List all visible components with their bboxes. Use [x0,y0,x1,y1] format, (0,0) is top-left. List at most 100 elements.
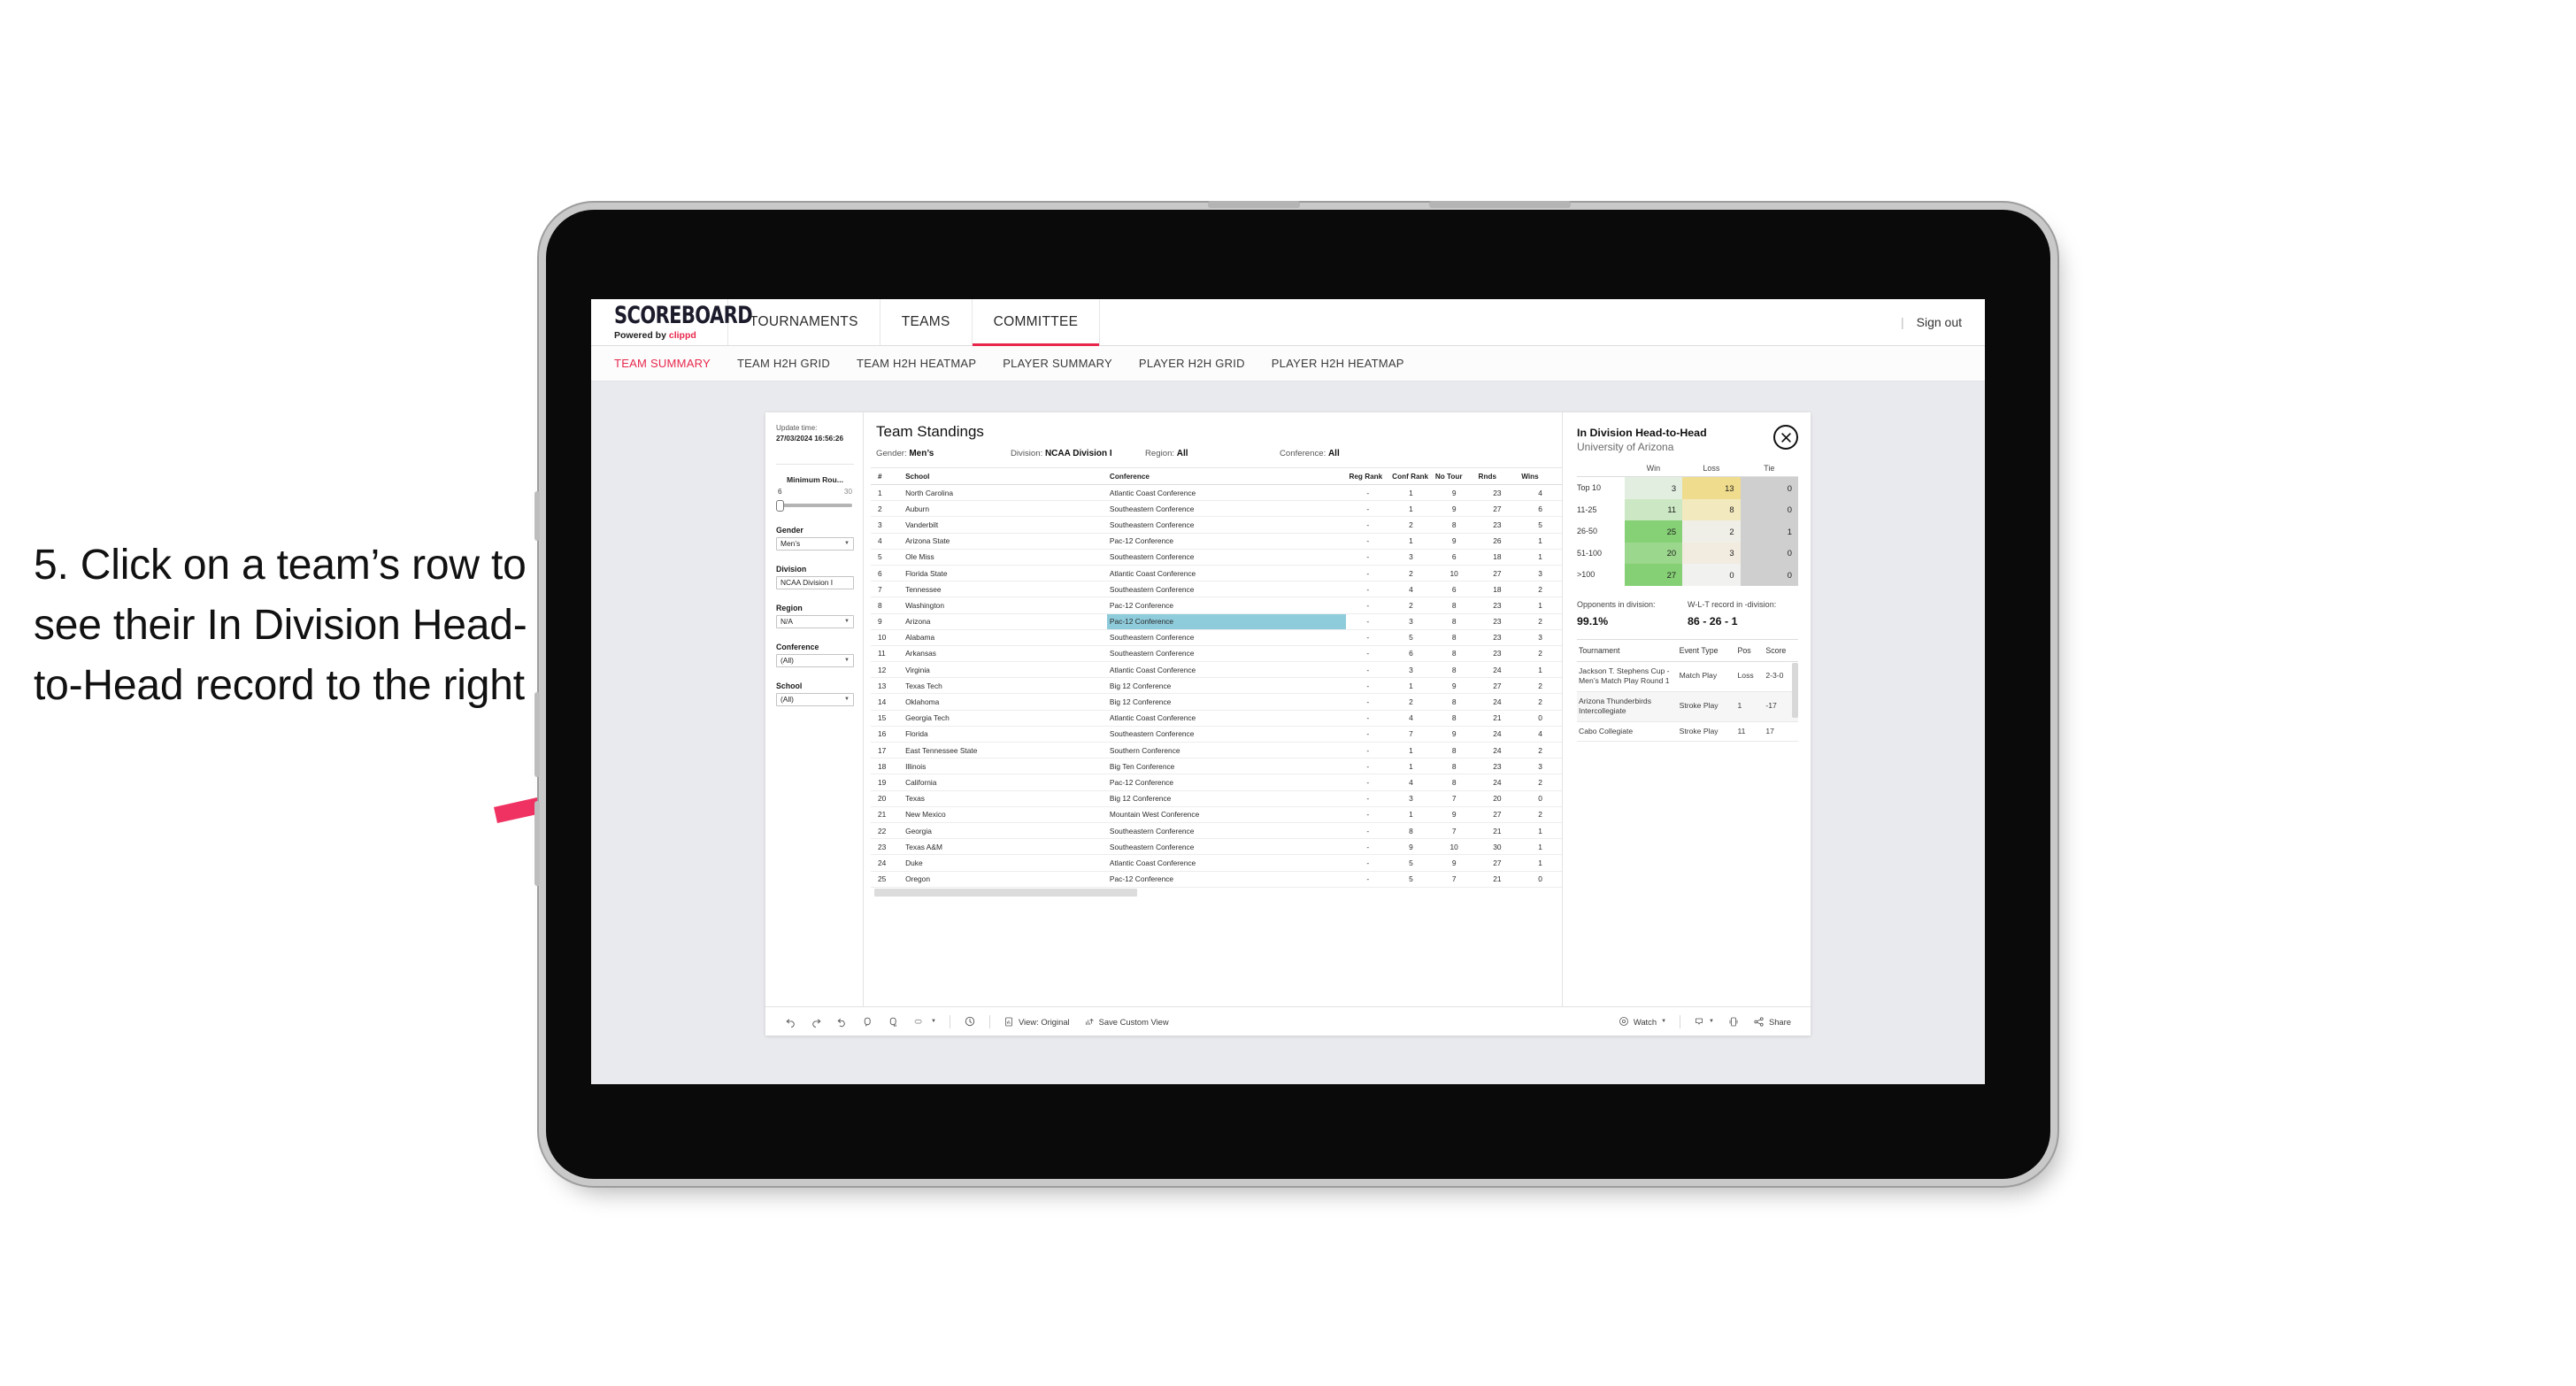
filter-gender[interactable]: Gender Men’s ▼ [776,526,854,551]
tournament-vertical-scrollbar[interactable] [1792,662,1798,718]
table-row[interactable]: 1 North Carolina Atlantic Coast Conference… [871,484,1562,502]
table-row[interactable]: 10 Alabama Southeastern Conference -5 8 23 3 [871,629,1562,646]
redo-icon[interactable] [804,1016,829,1028]
tournament-row[interactable]: Cabo Collegiate Stroke Play 11 17 [1577,721,1798,743]
tab-player-h2h-grid[interactable]: PLAYER H2H GRID [1139,357,1245,370]
table-row[interactable]: 5 Ole Miss Southeastern Conference -3 6 18 1 [871,549,1562,566]
save-custom-view-button[interactable]: Save Custom View [1077,1016,1176,1028]
h2h-cell-loss: 2 [1682,520,1741,543]
undo-icon[interactable] [778,1016,804,1028]
pause-icon[interactable] [880,1016,906,1028]
filter-conference[interactable]: Conference (All) ▼ [776,643,854,667]
standings-cell-conf-rank: 3 [1389,790,1433,807]
sign-out-link[interactable]: Sign out [1917,315,1962,329]
tournament-row[interactable]: Jackson T. Stephens Cup - Men’s Match Pl… [1577,661,1798,692]
table-row[interactable]: 11 Arkansas Southeastern Conference -6 8 23 2 [871,645,1562,663]
filter-gender-select[interactable]: Men’s ▼ [776,536,854,551]
col-rnds[interactable]: Rnds [1475,468,1519,485]
col-score[interactable]: Score [1764,639,1798,662]
h2h-cell-loss: 0 [1682,564,1741,586]
tab-team-h2h-heatmap[interactable]: TEAM H2H HEATMAP [857,357,976,370]
app-logo[interactable]: SCOREBOARD Powered by clippd [591,299,753,345]
table-row[interactable]: 17 East Tennessee State Southern Conferenc… [871,742,1562,759]
table-row[interactable]: 4 Arizona State Pac-12 Conference -1 9 26 1 [871,533,1562,550]
filter-division[interactable]: Division NCAA Division I [776,565,854,589]
filter-school-select[interactable]: (All) ▼ [776,692,854,706]
table-row[interactable]: 2 Auburn Southeastern Conference -1 9 27 6 [871,500,1562,518]
slider-handle[interactable] [776,499,784,512]
filter-region-select[interactable]: N/A ▼ [776,614,854,628]
table-row[interactable]: 9 Arizona Pac-12 Conference -3 8 23 2 [871,613,1562,630]
share-button[interactable]: Share [1746,1016,1798,1028]
standings-cell-no-tour: 7 [1432,790,1476,807]
device-top-button-1 [1208,201,1300,208]
standings-cell-rnds: 21 [1475,710,1519,727]
scrollbar-thumb[interactable] [874,888,1137,897]
col-reg-rank[interactable]: Reg Rank [1346,468,1390,485]
table-row[interactable]: 13 Texas Tech Big 12 Conference -1 9 27 2 [871,677,1562,695]
table-row[interactable]: 21 New Mexico Mountain West Conference -1 9 2… [871,806,1562,823]
table-row[interactable]: 20 Texas Big 12 Conference -3 7 20 0 [871,790,1562,807]
revert-icon[interactable] [829,1016,855,1028]
watch-button[interactable]: Watch ▼ [1611,1016,1673,1027]
table-row[interactable]: 18 Illinois Big Ten Conference -1 8 23 3 [871,758,1562,775]
filter-region[interactable]: Region N/A ▼ [776,604,854,628]
close-icon[interactable] [1773,425,1798,450]
standings-cell-conf-rank: 3 [1389,549,1433,566]
download-icon[interactable]: ▼ [1687,1016,1721,1028]
standings-cell-rnds: 21 [1475,871,1519,888]
col-tournament[interactable]: Tournament [1577,639,1678,662]
col-rank[interactable]: # [871,468,904,485]
standings-cell-rank: 3 [871,516,904,534]
view-original-button[interactable]: View: Original [996,1016,1077,1028]
filter-conference-select[interactable]: (All) ▼ [776,653,854,667]
standings-cell-conference: Pac-12 Conference [1106,613,1347,630]
tournament-row[interactable]: Arizona Thunderbirds Intercollegiate Stro… [1577,691,1798,722]
table-row[interactable]: 15 Georgia Tech Atlantic Coast Conference -… [871,710,1562,727]
nav-item-tournaments[interactable]: TOURNAMENTS [728,299,880,345]
table-row[interactable]: 3 Vanderbilt Southeastern Conference -2 8 23 5 [871,516,1562,534]
tab-player-summary[interactable]: PLAYER SUMMARY [1003,357,1112,370]
pause-auto-updates-icon[interactable] [957,1015,983,1028]
col-no-tour[interactable]: No Tour [1432,468,1476,485]
col-pos[interactable]: Pos [1735,639,1765,662]
col-event-type[interactable]: Event Type [1677,639,1736,662]
standings-cell-rank: 11 [871,645,904,663]
nav-item-committee[interactable]: COMMITTEE [972,299,1101,346]
table-row[interactable]: 23 Texas A&M Southeastern Conference -9 10 30… [871,838,1562,856]
h2h-heatmap-header: Win Loss Tie [1577,464,1798,476]
slider-track[interactable] [776,499,854,512]
highlight-icon[interactable]: ▼ [906,1016,943,1028]
table-row[interactable]: 7 Tennessee Southeastern Conference -4 6 18 2 [871,581,1562,598]
col-wins[interactable]: Wins [1519,468,1562,485]
refresh-icon[interactable] [855,1016,880,1028]
table-row[interactable]: 16 Florida Southeastern Conference -7 9 24 4 [871,726,1562,743]
table-row[interactable]: 12 Virginia Atlantic Coast Conference -3 8 24… [871,661,1562,679]
col-conference[interactable]: Conference [1106,468,1347,485]
nav-item-teams[interactable]: TEAMS [880,299,973,345]
tournament-cell-name: Jackson T. Stephens Cup - Men’s Match Pl… [1577,661,1678,692]
sign-out-area[interactable]: | Sign out [1901,299,1985,345]
table-row[interactable]: 22 Georgia Southeastern Conference -8 7 21 1 [871,822,1562,840]
col-conf-rank[interactable]: Conf Rank [1389,468,1433,485]
standings-cell-rnds: 24 [1475,742,1519,759]
table-row[interactable]: 14 Oklahoma Big 12 Conference -2 8 24 2 [871,693,1562,711]
standings-cell-rank: 16 [871,726,904,743]
tab-team-h2h-grid[interactable]: TEAM H2H GRID [737,357,830,370]
table-row[interactable]: 8 Washington Pac-12 Conference -2 8 23 1 [871,597,1562,614]
standings-cell-conference: Pac-12 Conference [1106,774,1347,791]
page-title: Team Standings [876,423,984,440]
toolbar-divider-2 [988,1014,990,1028]
minimum-rounds-filter[interactable]: Minimum Rou... 6 30 [776,475,854,512]
tab-team-summary[interactable]: TEAM SUMMARY [614,357,711,370]
filter-school[interactable]: School (All) ▼ [776,681,854,706]
table-row[interactable]: 24 Duke Atlantic Coast Conference -5 9 27 1 [871,854,1562,872]
table-row[interactable]: 19 California Pac-12 Conference -4 8 24 2 [871,774,1562,791]
filter-division-select[interactable]: NCAA Division I [776,575,854,589]
tab-player-h2h-heatmap[interactable]: PLAYER H2H HEATMAP [1272,357,1404,370]
table-row[interactable]: 25 Oregon Pac-12 Conference -5 7 21 0 [871,871,1562,888]
col-school[interactable]: School [903,468,1107,485]
horizontal-scrollbar[interactable] [871,887,1562,897]
device-preview-icon[interactable] [1721,1016,1746,1028]
table-row[interactable]: 6 Florida State Atlantic Coast Conference -… [871,565,1562,582]
